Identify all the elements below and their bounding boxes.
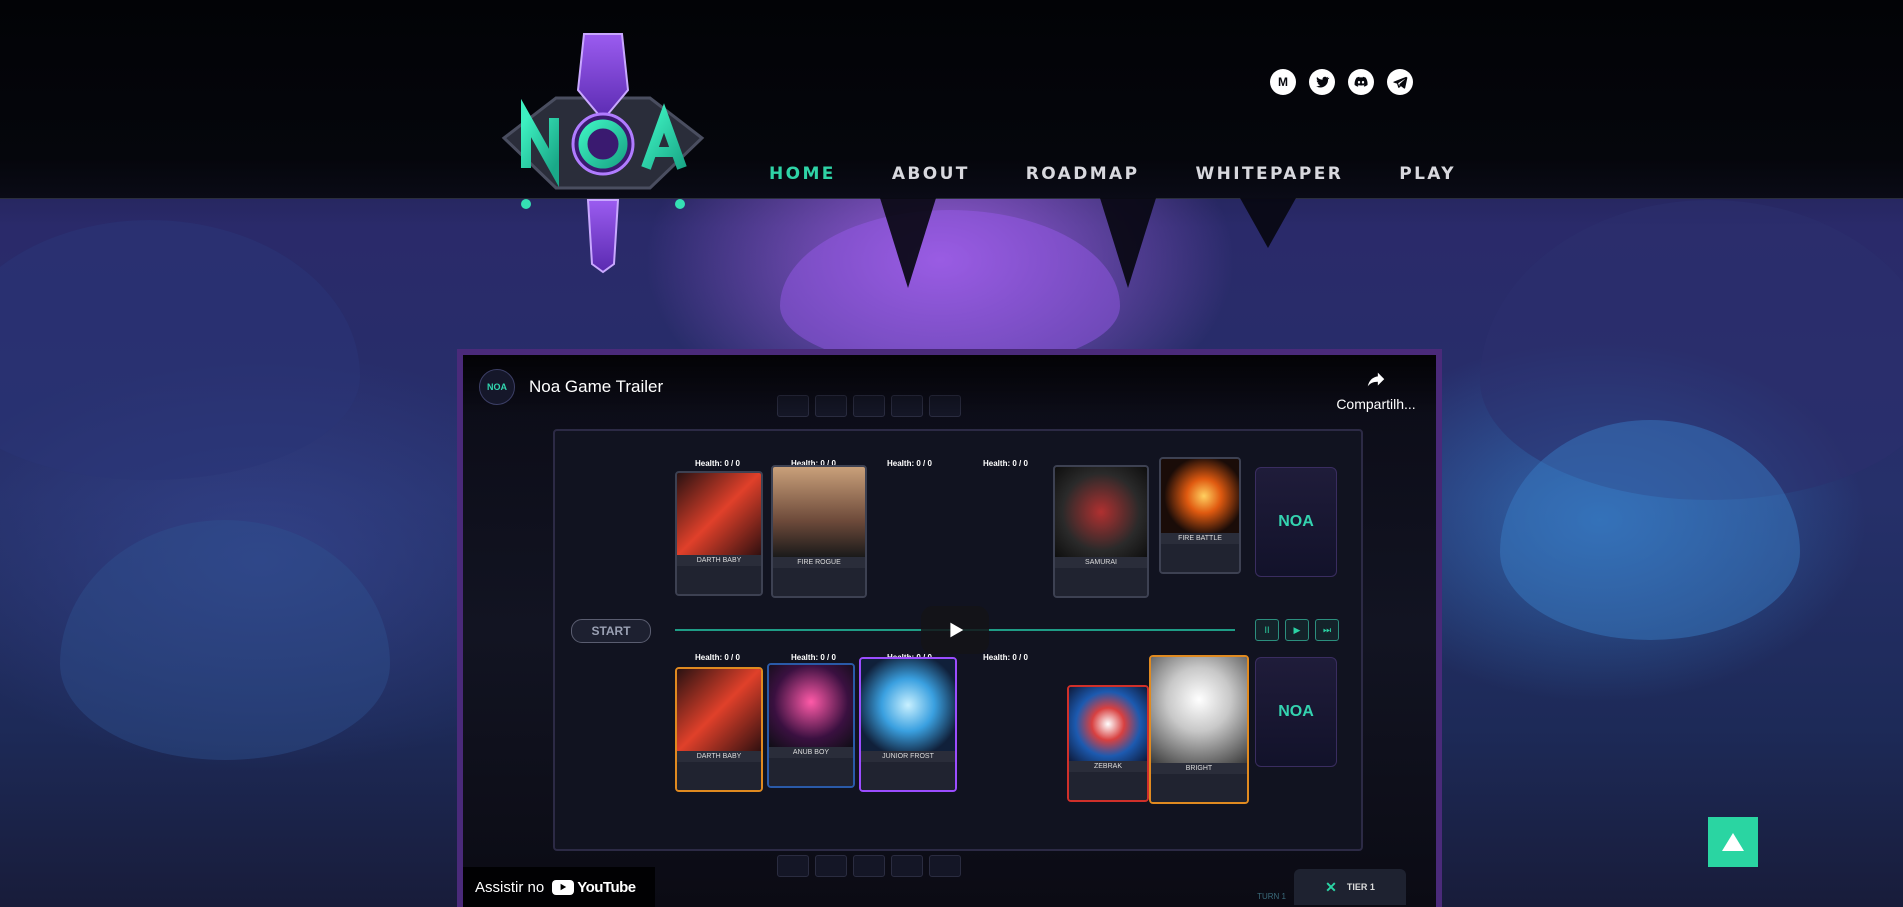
arrow-up-icon xyxy=(1722,833,1744,851)
video-header: NOA Noa Game Trailer Compartilh... xyxy=(463,355,1436,415)
card-art xyxy=(1069,687,1147,761)
step-forward-icon[interactable]: ▶ xyxy=(1285,619,1309,641)
lock-icon xyxy=(777,855,809,877)
lock-icon xyxy=(853,855,885,877)
social-links: M xyxy=(1270,69,1413,95)
card-description xyxy=(677,762,761,790)
game-card: FIRE ROGUE xyxy=(771,465,867,598)
skip-icon[interactable]: ⏭ xyxy=(1315,619,1339,641)
game-card: SAMURAI xyxy=(1053,465,1149,598)
discord-icon[interactable] xyxy=(1348,69,1374,95)
youtube-logo: YouTube xyxy=(552,878,636,896)
glow-center xyxy=(780,210,1120,370)
game-card: DARTH BABY xyxy=(675,667,763,792)
lock-slots-bottom xyxy=(777,855,961,877)
card-name: FIRE BATTLE xyxy=(1161,533,1239,544)
scroll-to-top-button[interactable] xyxy=(1708,817,1758,867)
card-art xyxy=(861,659,955,751)
game-card: BRIGHT xyxy=(1149,655,1249,804)
foliage-left xyxy=(0,220,360,480)
telegram-icon[interactable] xyxy=(1387,69,1413,95)
game-card: DARTH BABY xyxy=(675,471,763,596)
card-art xyxy=(769,665,853,747)
lock-icon xyxy=(815,855,847,877)
youtube-play-icon xyxy=(552,879,575,895)
game-card: JUNIOR FROST xyxy=(859,657,957,792)
game-card: ZEBRAK xyxy=(1067,685,1149,802)
card-description xyxy=(861,762,955,790)
card-art xyxy=(677,669,761,751)
card-name: BRIGHT xyxy=(1151,763,1247,774)
card-description xyxy=(1055,568,1147,596)
stalactite xyxy=(1100,198,1156,288)
nav-about[interactable]: ABOUT xyxy=(892,164,970,184)
deck-bottom: NOA xyxy=(1255,657,1337,767)
play-icon xyxy=(950,622,964,638)
health-label: Health: 0 / 0 xyxy=(887,459,932,468)
health-label: Health: 0 / 0 xyxy=(983,459,1028,468)
deck-top: NOA xyxy=(1255,467,1337,577)
lock-icon xyxy=(891,855,923,877)
card-name: ANUB BOY xyxy=(769,747,853,758)
channel-avatar[interactable]: NOA xyxy=(479,369,515,405)
card-art xyxy=(1151,657,1247,763)
card-name: SAMURAI xyxy=(1055,557,1147,568)
nav-home[interactable]: HOME xyxy=(769,164,836,184)
medium-icon[interactable]: M xyxy=(1270,69,1296,95)
nav-roadmap[interactable]: ROADMAP xyxy=(1026,164,1140,184)
card-description xyxy=(1069,772,1147,800)
card-name: DARTH BABY xyxy=(677,555,761,566)
card-name: ZEBRAK xyxy=(1069,761,1147,772)
twitter-icon[interactable] xyxy=(1309,69,1335,95)
health-label: Health: 0 / 0 xyxy=(695,459,740,468)
card-name: FIRE ROGUE xyxy=(773,557,865,568)
tier-label: TIER 1 xyxy=(1346,882,1375,892)
game-card: ANUB BOY xyxy=(767,663,855,788)
card-art xyxy=(773,467,865,557)
watch-on-label: Assistir no xyxy=(475,878,545,896)
card-description xyxy=(677,566,761,594)
share-icon xyxy=(1367,372,1385,387)
play-button[interactable] xyxy=(921,606,989,654)
share-label: Compartilh... xyxy=(1336,396,1416,412)
card-name: JUNIOR FROST xyxy=(861,751,955,762)
card-description xyxy=(773,568,865,596)
start-button[interactable]: START xyxy=(571,619,651,643)
nav-whitepaper[interactable]: WHITEPAPER xyxy=(1195,164,1343,184)
ice-crystal-left xyxy=(60,520,390,760)
card-description xyxy=(1151,774,1247,802)
medium-label: M xyxy=(1278,75,1288,89)
card-art xyxy=(1161,459,1239,533)
tier-badge: ✕ TIER 1 xyxy=(1294,869,1406,905)
main-nav: HOME ABOUT ROADMAP WHITEPAPER PLAY xyxy=(769,164,1512,184)
stalactite xyxy=(880,198,936,288)
video-frame: Health: 0 / 0 Health: 0 / 0 Health: 0 / … xyxy=(463,355,1436,907)
noa-logo[interactable] xyxy=(496,28,710,274)
noa-emblem-icon xyxy=(501,33,705,274)
turn-label: TURN 1 xyxy=(1257,892,1286,901)
watch-on-youtube[interactable]: Assistir no YouTube xyxy=(463,867,655,907)
youtube-embed[interactable]: Health: 0 / 0 Health: 0 / 0 Health: 0 / … xyxy=(457,349,1442,907)
share-button[interactable]: Compartilh... xyxy=(1336,369,1416,412)
card-description xyxy=(769,758,853,786)
card-art xyxy=(677,473,761,555)
card-name: DARTH BABY xyxy=(677,751,761,762)
stalactite xyxy=(1240,198,1296,248)
nav-play[interactable]: PLAY xyxy=(1399,164,1456,184)
lock-icon xyxy=(929,855,961,877)
pause-icon[interactable]: II xyxy=(1255,619,1279,641)
health-label: Health: 0 / 0 xyxy=(695,653,740,662)
card-art xyxy=(1055,467,1147,557)
video-title[interactable]: Noa Game Trailer xyxy=(529,377,663,397)
youtube-wordmark: YouTube xyxy=(577,878,636,896)
health-label: Health: 0 / 0 xyxy=(791,653,836,662)
game-card: FIRE BATTLE xyxy=(1159,457,1241,574)
crossed-swords-icon: ✕ xyxy=(1325,878,1337,895)
card-description xyxy=(1161,544,1239,572)
health-label: Health: 0 / 0 xyxy=(983,653,1028,662)
